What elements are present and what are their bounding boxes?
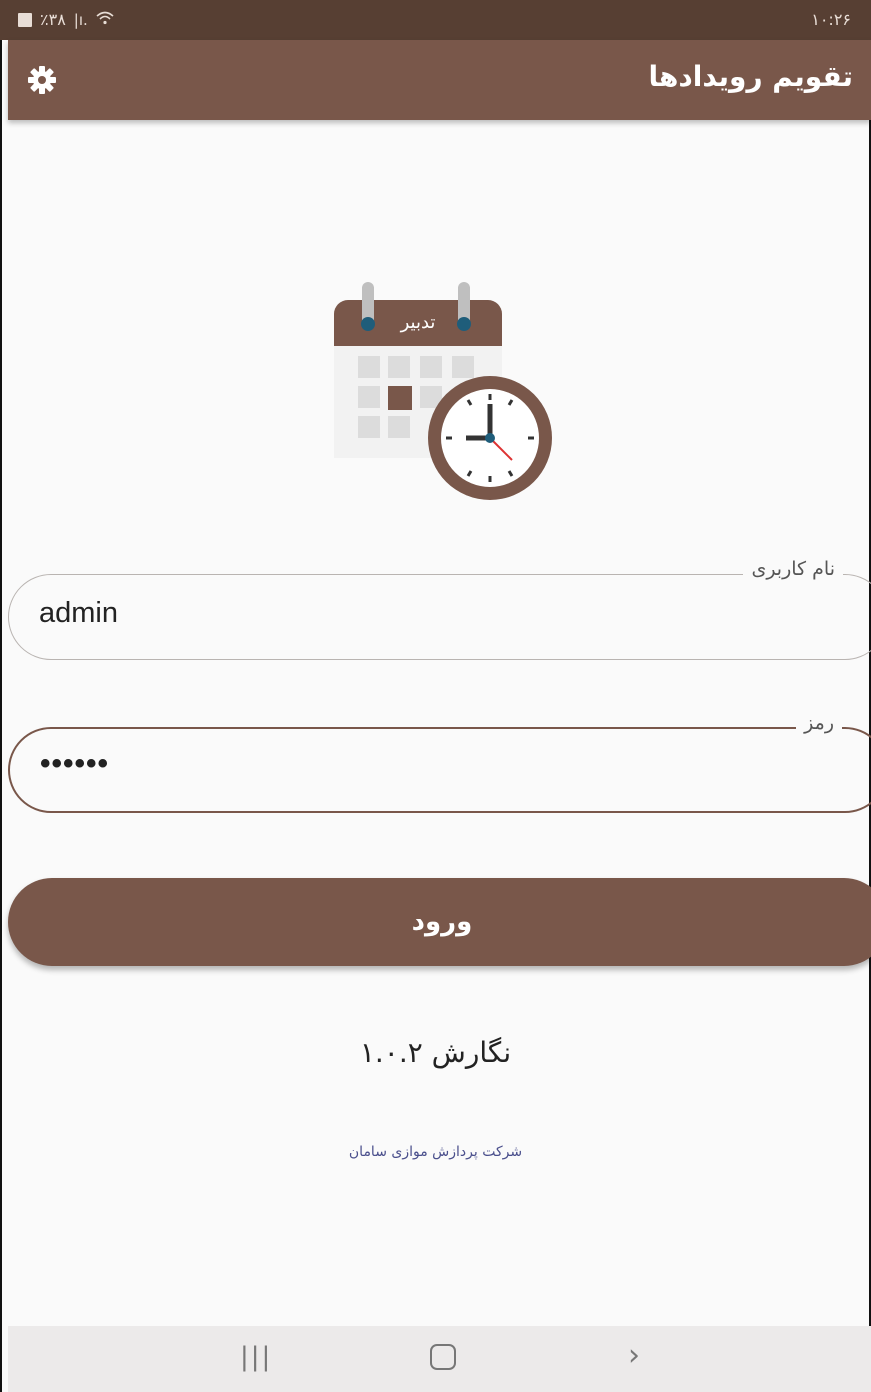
battery-percent: ٪۳۸ xyxy=(40,10,66,29)
back-button[interactable]: › xyxy=(628,1338,640,1373)
recent-apps-button[interactable]: ||| xyxy=(240,1342,272,1372)
signal-icon: |ı. xyxy=(73,10,88,29)
gear-icon[interactable] xyxy=(26,64,58,96)
password-field[interactable]: رمز •••••• xyxy=(8,712,871,813)
version-text: نگارش ۱.۰.۲ xyxy=(359,1036,512,1069)
password-input[interactable]: •••••• xyxy=(40,747,109,781)
status-time: ۱۰:۲۶ xyxy=(811,10,851,29)
password-label: رمز xyxy=(796,712,842,734)
home-button[interactable] xyxy=(430,1344,456,1370)
calendar-clock-logo: تدبیر xyxy=(330,280,555,505)
battery-icon xyxy=(18,12,32,27)
login-button-label: ورود xyxy=(411,907,473,937)
screen-frame xyxy=(0,0,871,1392)
status-bar: ٪۳۸ |ı. ۱۰:۲۶ xyxy=(0,0,871,40)
system-nav-bar: ||| › xyxy=(8,1326,871,1392)
username-input[interactable]: admin xyxy=(39,597,118,630)
company-link[interactable]: شرکت پردازش موازی سامان xyxy=(0,1144,871,1160)
login-button[interactable]: ورود xyxy=(8,878,871,966)
username-label: نام کاربری xyxy=(743,558,843,580)
username-field[interactable]: نام کاربری admin xyxy=(8,558,871,660)
app-bar: تقویم رویدادها xyxy=(8,40,871,120)
app-title: تقویم رویدادها xyxy=(648,60,853,93)
status-icons: ٪۳۸ |ı. xyxy=(18,10,114,29)
wifi-icon xyxy=(96,11,114,29)
calendar-header-text: تدبیر xyxy=(400,312,436,333)
